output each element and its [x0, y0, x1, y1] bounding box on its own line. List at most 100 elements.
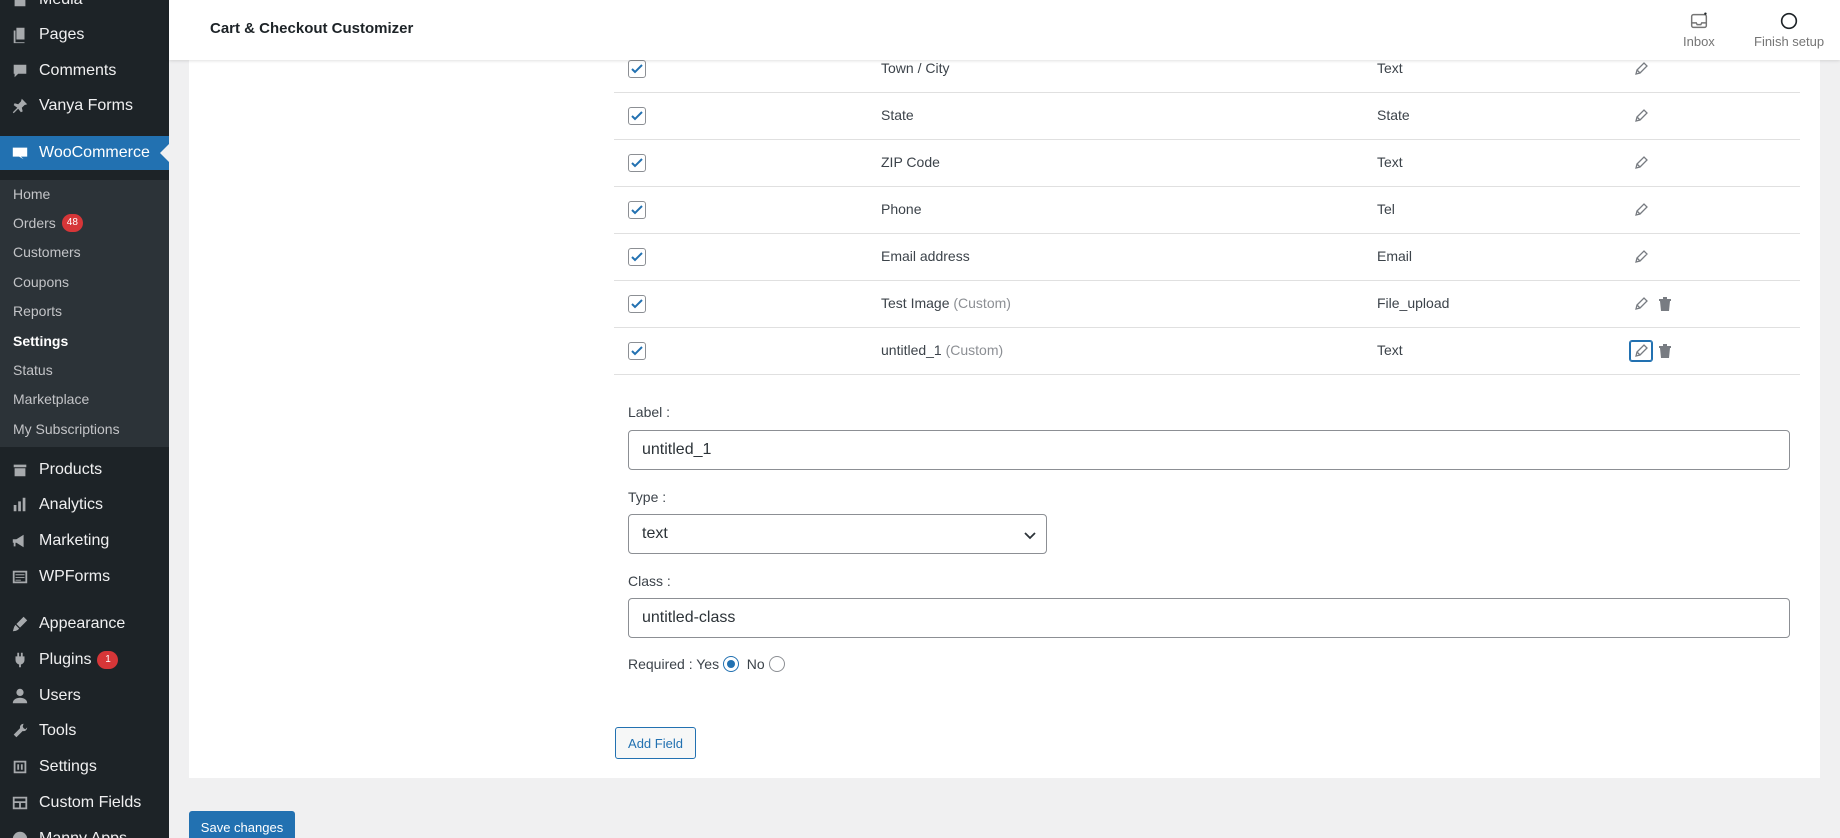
- sidebar-item-wpforms[interactable]: WPForms: [0, 560, 169, 594]
- checkmark-icon: [631, 205, 643, 215]
- field-enabled-checkbox[interactable]: [628, 295, 646, 313]
- field-enabled-checkbox[interactable]: [628, 201, 646, 219]
- edit-field-button[interactable]: [1630, 247, 1652, 267]
- sidebar-item-label: Vanya Forms: [39, 97, 133, 114]
- submenu-item-customers[interactable]: Customers: [13, 241, 81, 263]
- top-header-bar: Cart & Checkout Customizer Inbox Finish …: [169, 0, 1840, 60]
- sidebar-item-marketing[interactable]: Marketing: [0, 524, 169, 558]
- woo-icon: [0, 144, 39, 162]
- field-type: File_upload: [1377, 295, 1450, 311]
- sidebar-item-plugins[interactable]: Plugins 1: [0, 643, 169, 677]
- apps-icon: [0, 830, 39, 838]
- sidebar-item-media[interactable]: Media: [0, 0, 169, 17]
- submenu-item-settings[interactable]: Settings: [13, 330, 68, 352]
- edit-field-button[interactable]: [1630, 106, 1652, 126]
- submenu-item-status[interactable]: Status: [13, 359, 53, 381]
- sidebar-item-custom-fields[interactable]: Custom Fields: [0, 786, 169, 820]
- chevron-down-icon: [1024, 532, 1036, 540]
- checkmark-icon: [631, 64, 643, 74]
- pencil-icon: [1635, 344, 1648, 357]
- field-name: Test Image: [881, 295, 950, 311]
- field-enabled-checkbox[interactable]: [628, 248, 646, 266]
- submenu-item-marketplace[interactable]: Marketplace: [13, 388, 89, 410]
- submenu-label: Orders: [13, 215, 56, 231]
- edit-field-button[interactable]: [1630, 153, 1652, 173]
- submenu-item-my-subscriptions[interactable]: My Subscriptions: [13, 418, 120, 440]
- required-row: Required : Yes No: [628, 656, 785, 672]
- sidebar-item-settings[interactable]: Settings: [0, 750, 169, 784]
- label-input[interactable]: [628, 430, 1790, 470]
- add-field-button[interactable]: Add Field: [615, 727, 696, 759]
- submenu-item-orders[interactable]: Orders 48: [13, 212, 83, 234]
- submenu-item-home[interactable]: Home: [13, 183, 50, 205]
- sidebar-item-label: Manny Apps: [39, 830, 127, 838]
- field-enabled-checkbox[interactable]: [628, 107, 646, 125]
- field-enabled-checkbox[interactable]: [628, 60, 646, 78]
- sidebar-item-tools[interactable]: Tools: [0, 714, 169, 748]
- submenu-item-reports[interactable]: Reports: [13, 300, 62, 322]
- delete-field-button[interactable]: [1656, 341, 1674, 361]
- type-select[interactable]: text: [628, 514, 1047, 554]
- field-label: State: [881, 107, 914, 123]
- field-enabled-checkbox[interactable]: [628, 154, 646, 172]
- pages-icon: [0, 26, 39, 44]
- field-label: Phone: [881, 201, 921, 217]
- media-icon: [0, 0, 39, 9]
- admin-sidebar: Media Pages Comments Vanya Forms WooComm…: [0, 0, 169, 838]
- sidebar-item-apps[interactable]: Manny Apps: [0, 822, 169, 838]
- field-type: Text: [1377, 154, 1403, 170]
- required-yes-label: Yes: [696, 656, 720, 672]
- sidebar-item-label: Comments: [39, 62, 117, 79]
- submenu-label: Coupons: [13, 274, 70, 290]
- sidebar-item-woocommerce[interactable]: WooCommerce: [0, 136, 169, 170]
- sidebar-item-products[interactable]: Products: [0, 453, 169, 487]
- orders-count-badge: 48: [61, 214, 83, 232]
- submenu-label: Customers: [13, 244, 81, 260]
- comments-icon: [0, 62, 39, 80]
- edit-field-button[interactable]: [1630, 294, 1652, 314]
- type-caption: Type :: [628, 489, 667, 505]
- required-no-radio[interactable]: [768, 656, 785, 672]
- plugins-icon: [0, 651, 39, 669]
- field-enabled-checkbox[interactable]: [628, 342, 646, 360]
- checkmark-icon: [631, 346, 643, 356]
- finish-setup-button[interactable]: Finish setup: [1754, 10, 1824, 49]
- woocommerce-submenu: Home Orders 48 Customers Coupons Reports …: [0, 180, 169, 447]
- required-yes-radio[interactable]: [722, 656, 739, 672]
- sidebar-item-comments[interactable]: Comments: [0, 54, 169, 88]
- edit-field-button[interactable]: [1630, 341, 1652, 361]
- table-row: Test Image (Custom) File_upload: [614, 281, 1800, 328]
- checkmark-icon: [631, 299, 643, 309]
- sidebar-item-label: Settings: [39, 758, 97, 775]
- submenu-label: Marketplace: [13, 391, 90, 407]
- sidebar-item-vanya-forms[interactable]: Vanya Forms: [0, 89, 169, 123]
- checkmark-icon: [631, 252, 643, 262]
- submenu-item-coupons[interactable]: Coupons: [13, 271, 69, 293]
- sidebar-item-label: Pages: [39, 26, 85, 43]
- field-label: untitled_1 (Custom): [881, 342, 1003, 358]
- edit-field-button[interactable]: [1630, 59, 1652, 79]
- inbox-button[interactable]: Inbox: [1683, 10, 1715, 49]
- sidebar-item-label: Custom Fields: [39, 794, 142, 811]
- required-caption: Required :: [628, 656, 693, 672]
- sidebar-item-analytics[interactable]: Analytics: [0, 488, 169, 522]
- field-type: Text: [1377, 342, 1403, 358]
- field-type: Tel: [1377, 201, 1395, 217]
- sidebar-item-pages[interactable]: Pages: [0, 18, 169, 52]
- appearance-icon: [0, 615, 39, 633]
- pencil-icon: [1635, 297, 1648, 310]
- sidebar-item-users[interactable]: Users: [0, 679, 169, 713]
- submenu-label: Home: [13, 186, 51, 202]
- delete-field-button[interactable]: [1656, 294, 1674, 314]
- tools-icon: [0, 722, 39, 740]
- sidebar-item-appearance[interactable]: Appearance: [0, 607, 169, 641]
- edit-field-button[interactable]: [1630, 200, 1652, 220]
- type-select-value: text: [642, 525, 668, 542]
- class-input[interactable]: [628, 598, 1790, 638]
- submenu-label: Reports: [13, 303, 63, 319]
- trash-icon: [1659, 297, 1671, 311]
- save-changes-button[interactable]: Save changes: [189, 811, 295, 838]
- submenu-label: Settings: [13, 333, 69, 349]
- custom-tag: (Custom): [953, 295, 1011, 311]
- products-icon: [0, 461, 39, 479]
